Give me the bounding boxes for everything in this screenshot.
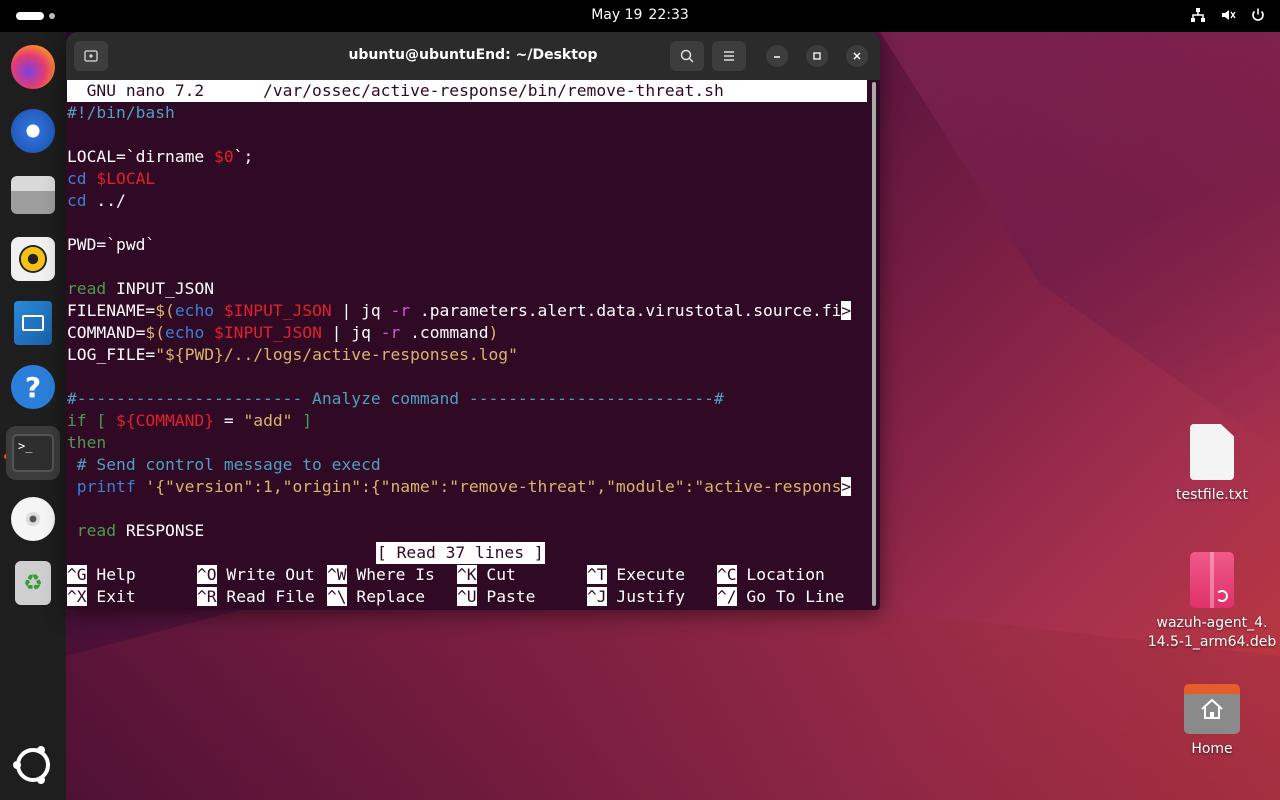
dock-trash[interactable]: ♻ [6, 556, 60, 610]
nano-header: GNU nano 7.2 /var/ossec/active-response/… [67, 80, 867, 102]
search-icon [680, 49, 694, 63]
maximize-icon [813, 52, 821, 60]
home-folder-icon [1184, 684, 1240, 734]
help-icon: ? [11, 365, 55, 409]
search-button[interactable] [670, 41, 704, 71]
code-line: COMMAND=$(echo $INPUT_JSON | jq -r .comm… [67, 323, 499, 342]
code-line: then [67, 433, 107, 452]
terminal-content[interactable]: GNU nano 7.2 /var/ossec/active-response/… [66, 80, 880, 610]
clock[interactable]: May 19 22:33 [0, 7, 1280, 23]
shortcut-execute[interactable]: ^T Execute [587, 564, 685, 586]
clock-time: 22:33 [648, 7, 689, 23]
code-line: read INPUT_JSON [67, 279, 215, 298]
shortcut-help[interactable]: ^G Help [67, 564, 136, 586]
shortcut-location[interactable]: ^C Location [717, 564, 825, 586]
line-overflow-marker: > [841, 301, 852, 320]
code-line: PWD=`pwd` [67, 235, 156, 254]
deb-package-icon [1190, 552, 1234, 608]
dock-firefox[interactable] [6, 40, 60, 94]
disc-icon [11, 497, 55, 541]
trash-icon: ♻ [15, 561, 51, 605]
desktop-icon-testfile[interactable]: testfile.txt [1140, 424, 1280, 505]
code-line: LOG_FILE="${PWD}/../logs/active-response… [67, 345, 518, 364]
shortcut-go-to-line[interactable]: ^/ Go To Line [717, 586, 844, 608]
terminal-icon: >_ [12, 434, 54, 472]
code-line: # Send control message to execd [67, 455, 381, 474]
shortcut-exit[interactable]: ^X Exit [67, 586, 136, 608]
system-tray[interactable] [1190, 7, 1266, 27]
files-icon [11, 176, 55, 214]
code-line: cd $LOCAL [67, 169, 156, 188]
line-overflow-marker: > [841, 477, 852, 496]
dock-writer[interactable] [6, 296, 60, 350]
close-icon [853, 52, 861, 60]
terminal-window: ubuntu@ubuntuEnd: ~/Desktop GNU nano 7.2… [66, 32, 880, 610]
code-line: read RESPONSE [67, 521, 205, 540]
window-titlebar[interactable]: ubuntu@ubuntuEnd: ~/Desktop [66, 32, 880, 80]
text-file-icon [1190, 424, 1234, 480]
code-line: LOCAL=`dirname $0`; [67, 147, 254, 166]
shortcut-cut[interactable]: ^K Cut [457, 564, 516, 586]
power-icon[interactable] [1250, 7, 1266, 27]
code-line: #----------------------- Analyze command… [67, 389, 724, 408]
network-icon[interactable] [1190, 7, 1206, 27]
hamburger-icon [724, 51, 734, 61]
minimize-icon [774, 56, 780, 58]
dock: ? >_ ♻ [0, 32, 66, 800]
top-bar: May 19 22:33 [0, 0, 1280, 32]
code-line: printf '{"version":1,"origin":{"name":"r… [67, 477, 852, 496]
firefox-icon [11, 45, 55, 89]
dock-help[interactable]: ? [6, 360, 60, 414]
dock-apps[interactable] [6, 738, 60, 792]
shortcut-read-file[interactable]: ^R Read File [197, 586, 315, 608]
code-line: if [ ${COMMAND} = "add" ] [67, 411, 313, 430]
close-button[interactable] [846, 45, 868, 67]
code-line: #!/bin/bash [67, 103, 175, 122]
window-title: ubuntu@ubuntuEnd: ~/Desktop [348, 47, 598, 63]
code-line: cd ../ [67, 191, 126, 210]
shortcut-paste[interactable]: ^U Paste [457, 586, 535, 608]
desktop-icon-label: Home [1191, 741, 1233, 757]
minimize-button[interactable] [766, 45, 788, 67]
dock-thunderbird[interactable] [6, 104, 60, 158]
clock-date: May 19 [591, 7, 643, 23]
shortcut-replace[interactable]: ^\ Replace [327, 586, 425, 608]
ubuntu-apps-icon [13, 746, 50, 784]
desktop-icon-home[interactable]: Home [1140, 684, 1280, 759]
desktop-icon-label: testfile.txt [1176, 487, 1248, 503]
dock-rhythmbox[interactable] [6, 232, 60, 286]
rhythmbox-icon [11, 237, 55, 281]
desktop-icon-wazuh-deb[interactable]: wazuh-agent_4. 14.5-1_arm64.deb [1140, 552, 1280, 652]
shortcut-justify[interactable]: ^J Justify [587, 586, 685, 608]
dock-terminal[interactable]: >_ [6, 426, 60, 480]
wallpaper-shape [880, 32, 1280, 452]
desktop-icon-label: wazuh-agent_4. 14.5-1_arm64.deb [1147, 615, 1277, 650]
shortcut-where-is[interactable]: ^W Where Is [327, 564, 435, 586]
dock-disc[interactable] [6, 492, 60, 546]
dock-files[interactable] [6, 168, 60, 222]
menu-button[interactable] [712, 41, 746, 71]
thunderbird-icon [11, 109, 55, 153]
writer-icon [14, 301, 52, 345]
code-line: FILENAME=$(echo $INPUT_JSON | jq -r .par… [67, 301, 852, 320]
terminal-scrollbar[interactable] [872, 82, 876, 606]
maximize-button[interactable] [806, 45, 828, 67]
nano-status-message: [ Read 37 lines ] [376, 542, 545, 564]
volume-muted-icon[interactable] [1220, 7, 1236, 27]
shortcut-write-out[interactable]: ^O Write Out [197, 564, 315, 586]
